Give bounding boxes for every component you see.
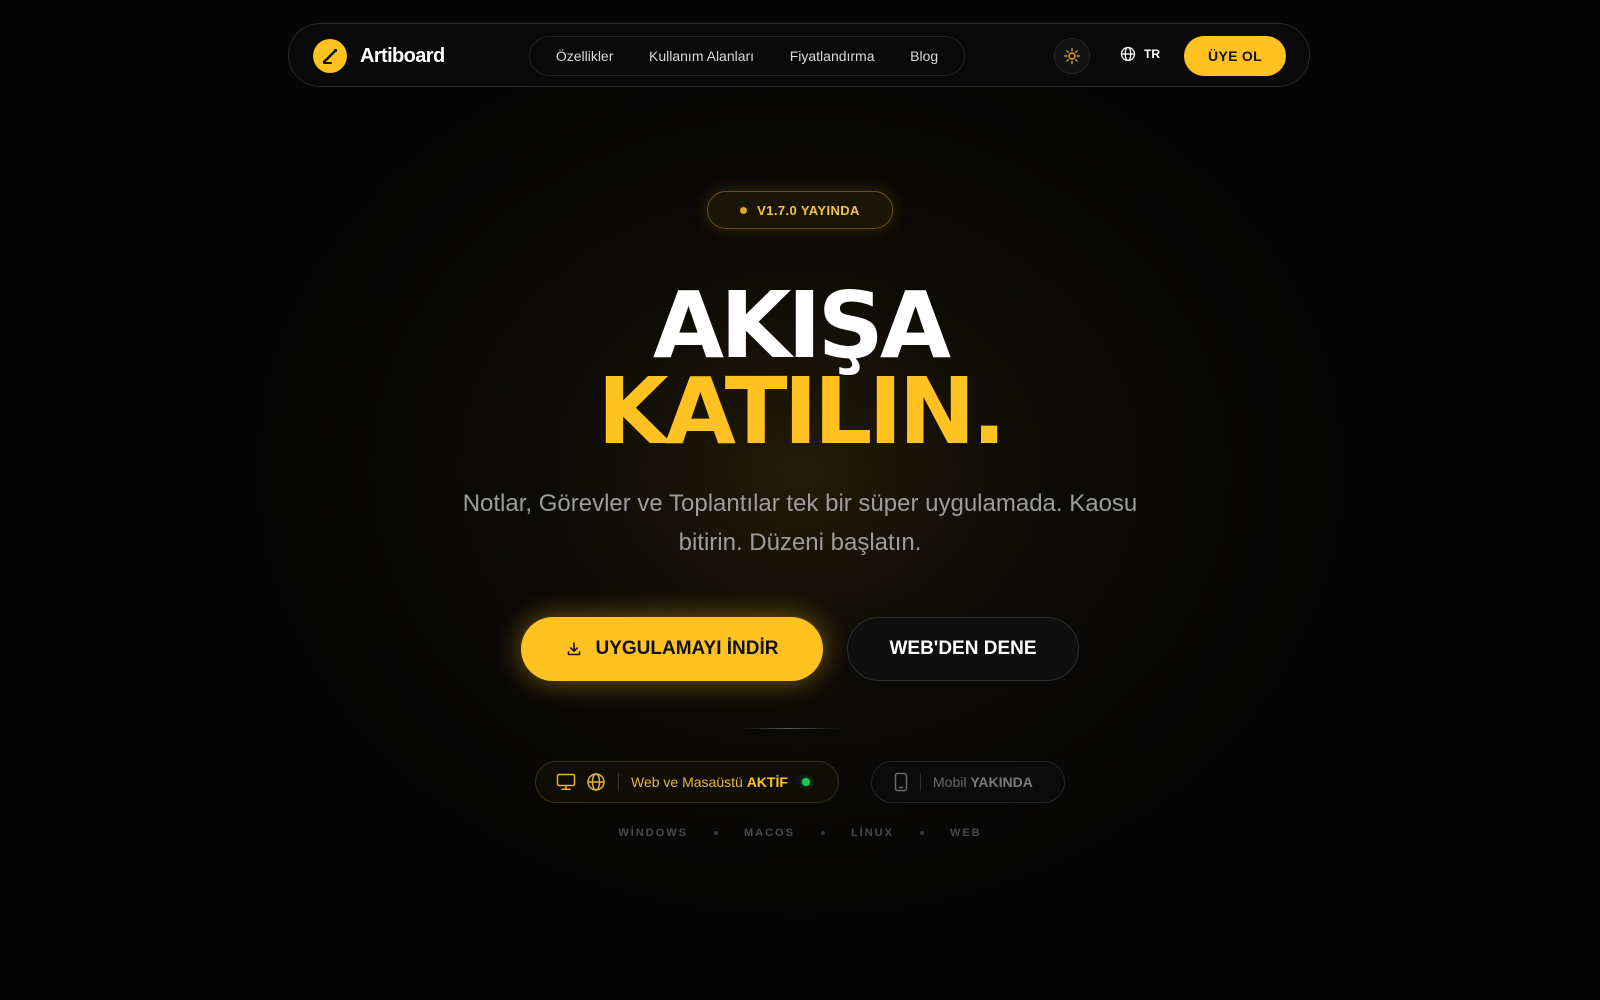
language-selector[interactable]: TR xyxy=(1120,46,1160,62)
nav-link-features[interactable]: Özellikler xyxy=(556,48,614,64)
status-separator xyxy=(618,773,619,791)
status-active-label: Web ve Masaüstü xyxy=(631,774,743,790)
status-web-desktop-text: Web ve Masaüstü AKTİF xyxy=(631,774,788,790)
nav-link-blog[interactable]: Blog xyxy=(910,48,938,64)
platform-bullet xyxy=(919,831,924,835)
hero-subtitle: Notlar, Görevler ve Toplantılar tek bir … xyxy=(462,490,1138,556)
monitor-icon xyxy=(556,773,576,790)
status-web-desktop: Web ve Masaüstü AKTİF xyxy=(535,761,839,803)
status-soon-state: YAKINDA xyxy=(970,774,1033,790)
nav-link-pricing[interactable]: Fiyatlandırma xyxy=(790,48,875,64)
platform-web: WEB xyxy=(949,827,982,839)
sun-icon xyxy=(1064,48,1080,64)
status-active-dot xyxy=(801,778,810,786)
language-code: TR xyxy=(1144,47,1160,61)
download-app-label: UYGULAMAYI İNDİR xyxy=(595,638,779,659)
download-app-button[interactable]: UYGULAMAYI İNDİR xyxy=(521,617,823,681)
nav-link-use-cases[interactable]: Kullanım Alanları xyxy=(649,48,754,64)
version-badge-label: V1.7.0 YAYINDA xyxy=(757,202,860,218)
platform-bullet xyxy=(713,831,718,835)
hero-title-line2: KATILIN. xyxy=(597,358,1006,465)
globe-icon xyxy=(587,773,605,791)
status-soon-label: Mobil xyxy=(933,774,967,790)
badge-dot xyxy=(740,206,748,214)
status-active-state: AKTİF xyxy=(746,774,788,790)
platform-list: WİNDOWS MACOS LİNUX WEB xyxy=(0,827,1600,839)
try-web-label: WEB'DEN DENE xyxy=(889,638,1037,659)
nav-links: Özellikler Kullanım Alanları Fiyatlandır… xyxy=(529,36,965,76)
brand-name: Artiboard xyxy=(360,44,445,67)
try-web-button[interactable]: WEB'DEN DENE xyxy=(847,617,1079,681)
platform-linux: LİNUX xyxy=(850,827,894,839)
brand-logo-link[interactable]: Artiboard xyxy=(313,39,445,73)
theme-toggle-button[interactable] xyxy=(1054,38,1090,74)
section-divider xyxy=(740,728,840,729)
platform-macos: MACOS xyxy=(743,827,795,839)
download-icon xyxy=(567,642,580,656)
globe-icon xyxy=(1120,46,1136,62)
phone-icon xyxy=(894,772,908,792)
signup-button[interactable]: ÜYE OL xyxy=(1184,36,1286,76)
top-navbar: Artiboard Özellikler Kullanım Alanları F… xyxy=(288,23,1310,87)
status-mobile-text: Mobil YAKINDA xyxy=(933,774,1033,790)
version-badge: V1.7.0 YAYINDA xyxy=(707,191,893,229)
pen-icon xyxy=(313,39,347,73)
status-separator xyxy=(920,773,921,791)
platform-windows: WİNDOWS xyxy=(618,827,688,839)
platform-bullet xyxy=(820,831,825,835)
status-mobile: Mobil YAKINDA xyxy=(871,761,1065,803)
